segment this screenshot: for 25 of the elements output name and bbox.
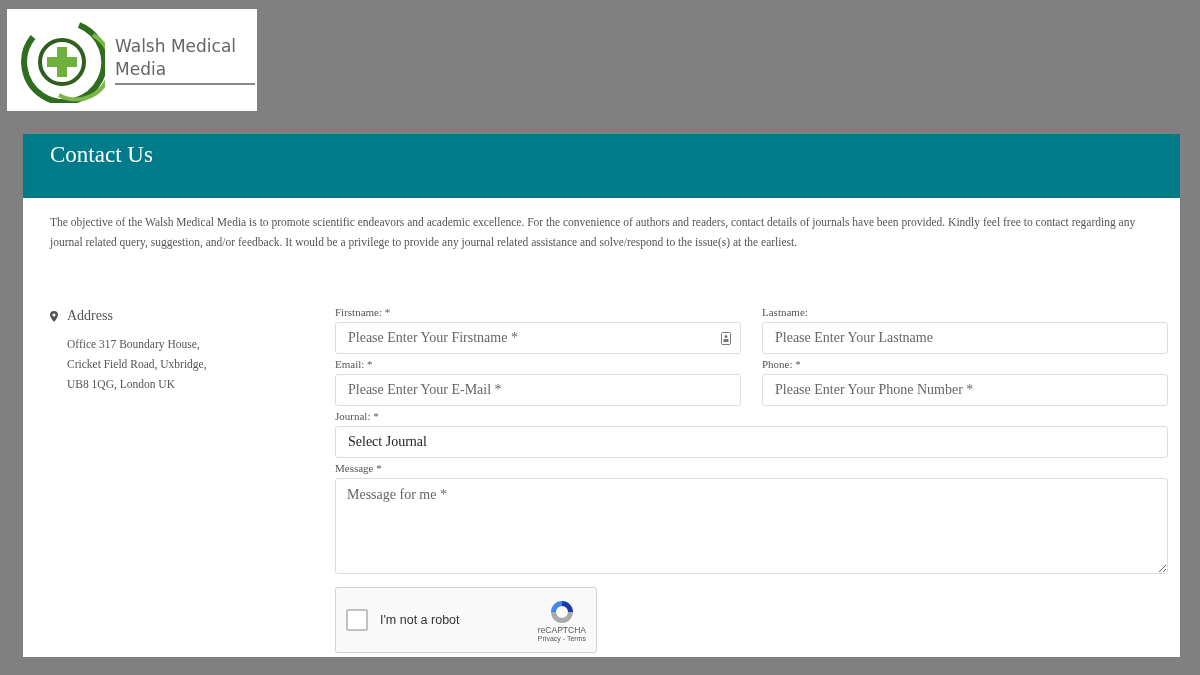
address-line: Cricket Field Road, Uxbridge, bbox=[66, 357, 208, 373]
field-label: Firstname: * bbox=[335, 306, 392, 318]
text-field[interactable]: Please Enter Your E-Mail * bbox=[335, 374, 741, 406]
text-field[interactable]: Please Enter Your Phone Number * bbox=[762, 374, 1168, 406]
captcha-checkbox[interactable] bbox=[346, 609, 368, 631]
address-heading: Address bbox=[67, 308, 113, 324]
message-field[interactable]: Message for me * bbox=[335, 478, 1168, 574]
field-label: Journal: * bbox=[335, 410, 380, 422]
recaptcha-logo-icon bbox=[548, 598, 575, 625]
intro-paragraph: The objective of the Walsh Medical Media is to promote scientific endeavors and academic excellence. For the convenience of authors and readers, contact details of journals have been provided. Kindly feel free to contact regarding any journal related query, suggestion, and/or feedback. It would be a privilege to provide any journal related assistance and solve/respond to the issue(s) at the earliest. bbox=[50, 215, 1137, 251]
field-label: Phone: * bbox=[762, 358, 802, 370]
address-line: UB8 1QG, London UK bbox=[66, 377, 176, 392]
field-label: Lastname: bbox=[762, 306, 809, 318]
captcha-label: I'm not a robot bbox=[380, 613, 461, 627]
map-pin-icon bbox=[50, 310, 58, 322]
field-label: Email: * bbox=[335, 358, 374, 370]
recaptcha-text: reCAPTCHA bbox=[537, 624, 586, 635]
field-label: Message * bbox=[335, 462, 383, 474]
address-line: Office 317 Boundary House, bbox=[66, 337, 201, 353]
text-field[interactable]: Please Enter Your Firstname * bbox=[335, 322, 741, 354]
contact-card-icon bbox=[721, 332, 731, 345]
text-field[interactable]: Please Enter Your Lastname bbox=[762, 322, 1168, 354]
journal-select[interactable]: Select Journal bbox=[335, 426, 1168, 458]
page-title: Contact Us bbox=[50, 142, 154, 168]
logo-text: Walsh Medical Media bbox=[115, 35, 238, 80]
